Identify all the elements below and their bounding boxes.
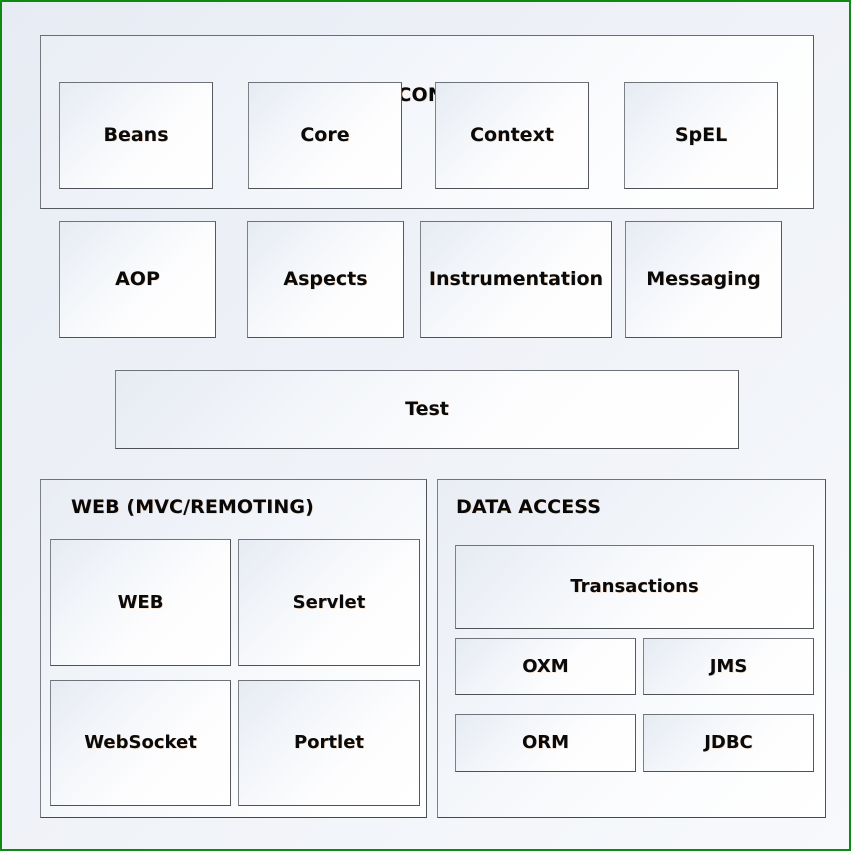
module-box-jms[interactable]: JMS xyxy=(643,638,814,695)
spring-architecture-diagram: CORE CONTAINER Beans Core Context SpEL A… xyxy=(0,0,851,851)
data-access-panel-title: DATA ACCESS xyxy=(456,496,601,518)
module-box-test[interactable]: Test xyxy=(115,370,739,449)
web-panel-title: WEB (MVC/REMOTING) xyxy=(71,496,314,518)
module-label-transactions: Transactions xyxy=(570,576,699,597)
module-label-core: Core xyxy=(300,124,350,146)
module-box-websocket[interactable]: WebSocket xyxy=(50,680,231,806)
module-label-instrumentation: Instrumentation xyxy=(428,268,604,290)
module-label-aop: AOP xyxy=(115,268,160,290)
module-label-websocket: WebSocket xyxy=(84,732,197,753)
module-label-messaging: Messaging xyxy=(646,268,761,290)
module-box-oxm[interactable]: OXM xyxy=(455,638,636,695)
module-box-messaging[interactable]: Messaging xyxy=(625,221,782,338)
module-label-context: Context xyxy=(470,124,554,146)
module-label-aspects: Aspects xyxy=(283,268,368,290)
module-label-jdbc: JDBC xyxy=(704,732,753,753)
module-box-web[interactable]: WEB xyxy=(50,539,231,666)
module-label-beans: Beans xyxy=(103,124,169,146)
module-box-portlet[interactable]: Portlet xyxy=(238,680,420,806)
module-box-orm[interactable]: ORM xyxy=(455,714,636,772)
module-label-oxm: OXM xyxy=(522,655,569,677)
module-label-web: WEB xyxy=(117,591,164,613)
module-box-beans[interactable]: Beans xyxy=(59,82,213,189)
module-box-aspects[interactable]: Aspects xyxy=(247,221,404,338)
module-box-spel[interactable]: SpEL xyxy=(624,82,778,189)
module-box-instrumentation[interactable]: Instrumentation xyxy=(420,221,612,338)
module-label-spel: SpEL xyxy=(674,124,728,146)
module-label-portlet: Portlet xyxy=(293,732,365,753)
module-label-test: Test xyxy=(405,398,449,420)
module-label-servlet: Servlet xyxy=(292,591,366,613)
module-box-servlet[interactable]: Servlet xyxy=(238,539,420,666)
module-box-transactions[interactable]: Transactions xyxy=(455,545,814,629)
module-box-context[interactable]: Context xyxy=(435,82,589,189)
module-box-jdbc[interactable]: JDBC xyxy=(643,714,814,772)
module-box-aop[interactable]: AOP xyxy=(59,221,216,338)
module-label-jms: JMS xyxy=(709,655,748,677)
module-box-core[interactable]: Core xyxy=(248,82,402,189)
module-label-orm: ORM xyxy=(521,732,570,753)
